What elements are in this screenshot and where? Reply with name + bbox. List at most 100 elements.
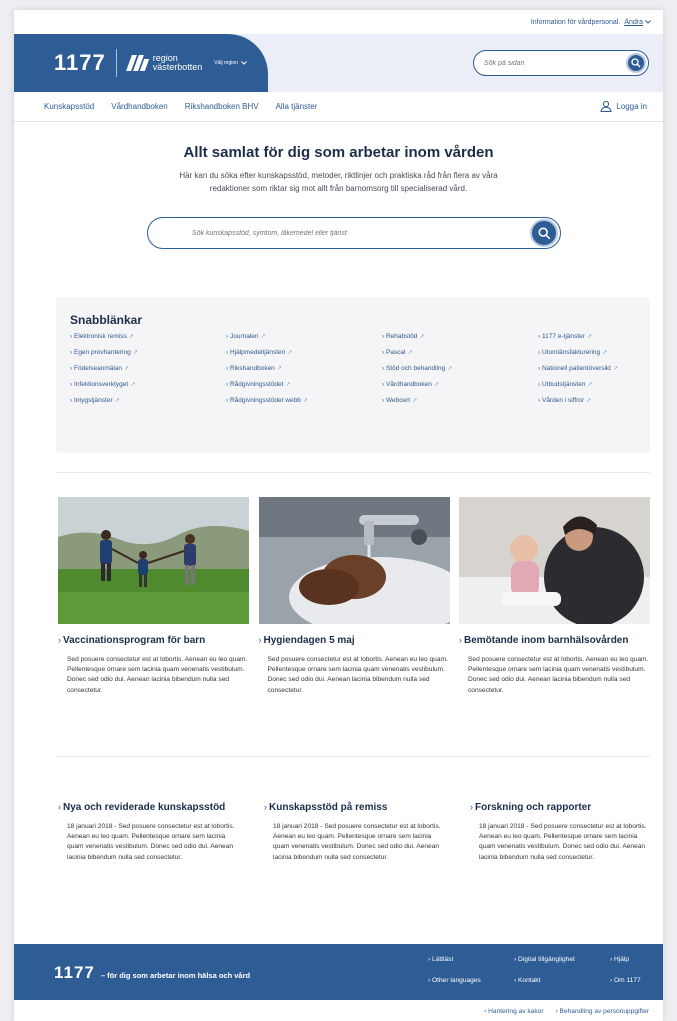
news-title-text: Nya och reviderade kunskapsstöd [63, 802, 226, 813]
footer-link[interactable]: › Kontakt [514, 977, 610, 984]
nav-item-kunskapsstod[interactable]: Kunskapsstöd [44, 102, 94, 111]
quick-link[interactable]: › Rådgivningsstödet ↗ [226, 381, 382, 388]
quick-link[interactable]: › Rådgivningsstödet webb ↗ [226, 397, 382, 404]
nav-item-rikshandboken[interactable]: Rikshandboken BHV [185, 102, 259, 111]
region-logo[interactable]: region västerbotten Välj region [125, 54, 247, 72]
card-image-parent-child [459, 497, 650, 624]
brand-divider [115, 49, 117, 77]
site-header: 1177 region västerbotten Välj region [14, 34, 663, 92]
news-item[interactable]: › Nya och reviderade kunskapsstöd 18 janu… [58, 791, 238, 863]
chevron-right-icon: › [264, 802, 267, 812]
chevron-right-icon: › [470, 802, 473, 812]
footer-link[interactable]: › Hjälp [610, 956, 660, 963]
privacy-link[interactable]: › Behandling av personuppgifter [556, 1008, 649, 1015]
main-search-input[interactable] [174, 218, 534, 248]
quick-links-title: Snabblänkar [70, 313, 143, 327]
external-link-icon: ↗ [433, 382, 439, 388]
card-title-text: Bemötande inom barnhälsovården [464, 635, 629, 646]
hero: Allt samlat för dig som arbetar inom vår… [14, 122, 663, 249]
change-audience-link[interactable]: Ändra [624, 19, 651, 26]
card-title[interactable]: › Hygiendagen 5 maj [259, 634, 450, 647]
quick-link[interactable]: › Födelseanmälan ↗ [70, 365, 226, 372]
external-link-icon: ↗ [302, 398, 308, 404]
sub-footer: › Hantering av kakor › Behandling av per… [484, 1008, 649, 1015]
external-link-icon: ↗ [586, 334, 592, 340]
card-image-children-field [58, 497, 249, 624]
footer-link[interactable]: › Other languages [428, 977, 514, 984]
news-text: 18 januari 2018 - Sed posuere consectetu… [273, 823, 441, 861]
chevron-right-icon: › [258, 635, 262, 645]
region-mark-icon [125, 54, 149, 72]
quick-link[interactable]: › Elektronisk remiss ↗ [70, 333, 226, 340]
card-title[interactable]: › Vaccinationsprogram för barn [58, 634, 249, 647]
quick-link[interactable]: › Webcert ↗ [382, 397, 538, 404]
quick-link[interactable]: › Nationell patientöversikt ↗ [538, 365, 663, 372]
card-text: Sed posuere consectetur est at lobortis.… [267, 656, 448, 694]
quick-link[interactable]: › Stöd och behandling ↗ [382, 365, 538, 372]
region-picker[interactable]: Välj region [214, 60, 247, 66]
cookie-link[interactable]: › Hantering av kakor [484, 1008, 543, 1015]
main-search-button[interactable] [530, 219, 558, 247]
header-search [473, 50, 649, 76]
news-item[interactable]: › Kunskapsstöd på remiss 18 januari 2018 … [264, 791, 444, 863]
external-link-icon: ↗ [287, 350, 293, 356]
external-link-icon: ↗ [587, 382, 593, 388]
main-search [147, 217, 561, 249]
quick-link[interactable]: › Hjälpmedeltjänsten ↗ [226, 349, 382, 356]
external-link-icon: ↗ [419, 334, 425, 340]
feature-card[interactable]: › Bemötande inom barnhälsovården Sed posu… [459, 497, 650, 696]
card-image-handwashing [258, 497, 450, 624]
quick-link[interactable]: › Utomlänsfakturering ↗ [538, 349, 663, 356]
quick-link[interactable]: › Intygstjänster ↗ [70, 397, 226, 404]
footer-logo[interactable]: 1177 – för dig som arbetar inom hälsa oc… [54, 963, 250, 983]
news-title[interactable]: › Forskning och rapporter [470, 801, 650, 814]
news-title[interactable]: › Kunskapsstöd på remiss [264, 801, 444, 814]
quick-link[interactable]: › Utbudstjänsten ↗ [538, 381, 663, 388]
section-divider [56, 472, 650, 473]
footer-link[interactable]: › Om 1177 [610, 977, 660, 984]
news-section: › Nya och reviderade kunskapsstöd 18 janu… [58, 791, 650, 863]
quick-link[interactable]: › Rehabstöd ↗ [382, 333, 538, 340]
feature-card[interactable]: › Vaccinationsprogram för barn Sed posuer… [58, 497, 249, 696]
nav-item-alla-tjanster[interactable]: Alla tjänster [276, 102, 318, 111]
quick-link[interactable]: › Journalen ↗ [226, 333, 382, 340]
footer-link[interactable]: › Lättläst [428, 956, 514, 963]
external-link-icon: ↗ [124, 366, 130, 372]
main-nav: Kunskapsstöd Vårdhandboken Rikshandboken… [14, 92, 663, 122]
header-search-button[interactable] [626, 53, 646, 73]
quick-link[interactable]: › Pascal ↗ [382, 349, 538, 356]
external-link-icon: ↗ [412, 398, 418, 404]
nav-item-vardhandboken[interactable]: Vårdhandboken [111, 102, 168, 111]
news-item[interactable]: › Forskning och rapporter 18 januari 2018… [470, 791, 650, 863]
footer-links: › Lättläst › Digital tillgänglighet › Hj… [428, 956, 660, 984]
logo-1177[interactable]: 1177 [54, 50, 106, 76]
page: Information för vårdpersonal. Ändra 1177… [14, 10, 663, 1021]
card-title-text: Hygiendagen 5 maj [263, 635, 355, 646]
header-search-input[interactable] [474, 59, 614, 67]
news-text: 18 januari 2018 - Sed posuere consectetu… [479, 823, 647, 861]
site-footer: 1177 – för dig som arbetar inom hälsa oc… [14, 944, 663, 1000]
external-link-icon: ↗ [613, 366, 619, 372]
quick-link[interactable]: › Vårdhandboken ↗ [382, 381, 538, 388]
card-text: Sed posuere consectetur est at lobortis.… [468, 656, 649, 694]
news-title[interactable]: › Nya och reviderade kunskapsstöd [58, 801, 238, 814]
news-text: 18 januari 2018 - Sed posuere consectetu… [67, 823, 235, 861]
external-link-icon: ↗ [130, 382, 136, 388]
quick-link[interactable]: › Vården i siffror ↗ [538, 397, 663, 404]
footer-link[interactable]: › Digital tillgänglighet [514, 956, 610, 963]
quick-links: Snabblänkar › Elektronisk remiss ↗ › Jour… [56, 297, 650, 453]
quick-link[interactable]: › Egen provhantering ↗ [70, 349, 226, 356]
external-link-icon: ↗ [114, 398, 120, 404]
chevron-right-icon: › [58, 635, 61, 645]
chevron-right-icon: › [58, 802, 61, 812]
page-title: Allt samlat för dig som arbetar inom vår… [183, 144, 494, 161]
external-link-icon: ↗ [407, 350, 413, 356]
quick-link[interactable]: › Rikshandboken ↗ [226, 365, 382, 372]
quick-link[interactable]: › 1177 e-tjänster ↗ [538, 333, 663, 340]
card-title[interactable]: › Bemötande inom barnhälsovården [459, 634, 650, 647]
feature-card[interactable]: › Hygiendagen 5 maj Sed posuere consectet… [258, 497, 450, 696]
region-line2: västerbotten [152, 62, 203, 72]
login-link[interactable]: Logga in [600, 100, 647, 112]
quick-link[interactable]: › Infektionsverktyget ↗ [70, 381, 226, 388]
footer-logo-text: 1177 [54, 963, 95, 982]
